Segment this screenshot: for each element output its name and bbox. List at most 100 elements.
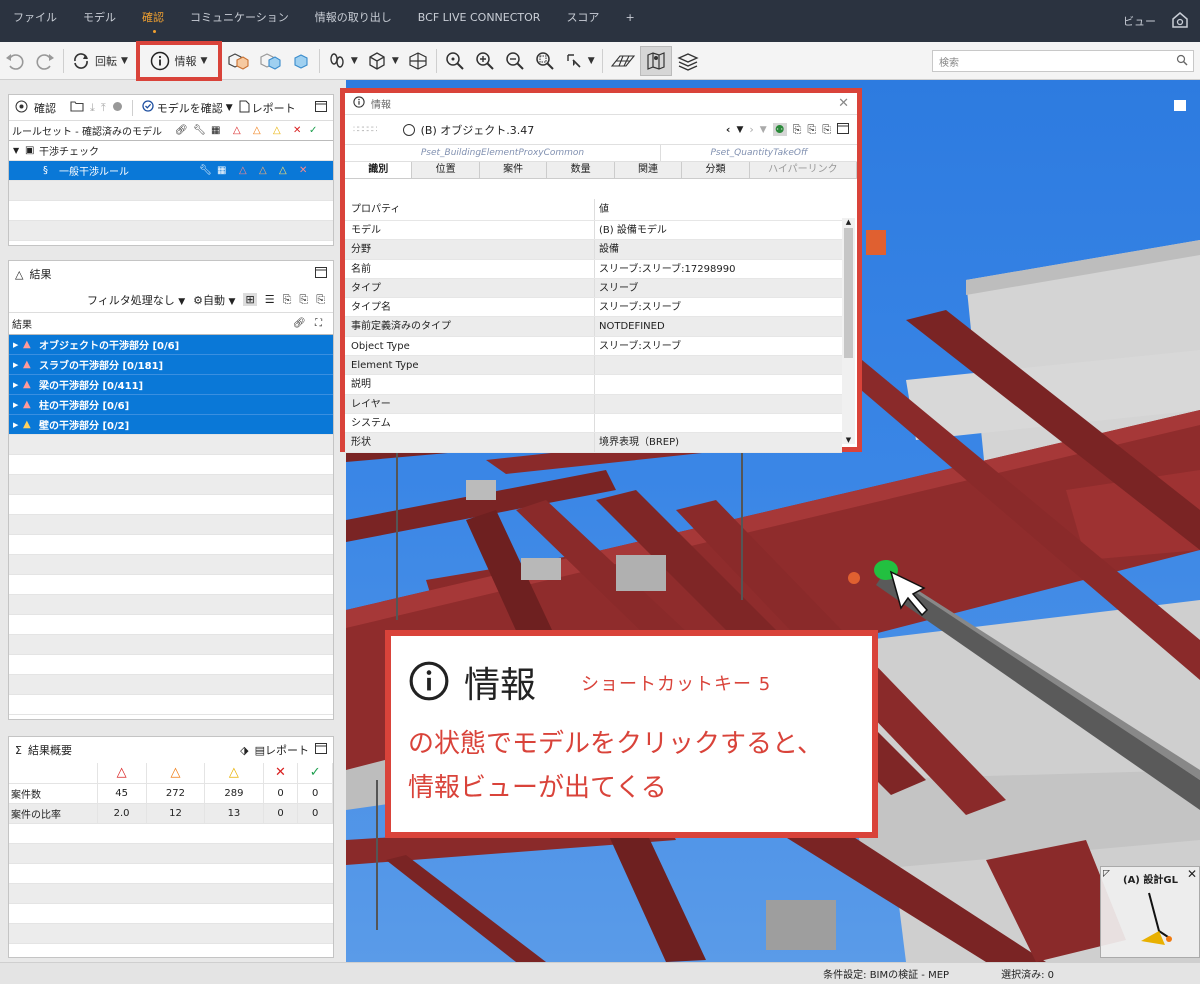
upload-icon[interactable]: ⤒ bbox=[101, 101, 106, 115]
previous-icon[interactable]: ‹ bbox=[726, 123, 731, 136]
walk-button[interactable]: ▼ bbox=[323, 46, 362, 76]
tab-quantity[interactable]: 数量 bbox=[547, 162, 615, 178]
property-row[interactable]: 説明 bbox=[345, 375, 842, 395]
expand-icon[interactable]: ▶ bbox=[13, 361, 23, 369]
menu-add-tab[interactable]: + bbox=[612, 0, 647, 42]
clipboard-icon[interactable]: ⎘ bbox=[316, 293, 325, 307]
tab-pset-quantity-takeoff[interactable]: Pset_QuantityTakeOff bbox=[661, 145, 857, 161]
expand-icon[interactable]: ▶ bbox=[13, 401, 23, 409]
map-icon[interactable] bbox=[639, 45, 672, 76]
property-row[interactable]: 名前 スリーブ:スリーブ:17298990 bbox=[345, 259, 842, 279]
menu-view[interactable]: ビュー bbox=[1123, 13, 1156, 29]
chevron-down-icon[interactable]: ▼ bbox=[760, 125, 767, 135]
info-button[interactable]: 情報 ▼ bbox=[135, 40, 222, 81]
tab-identification[interactable]: 識別 bbox=[345, 162, 413, 178]
property-row[interactable]: Object Type スリーブ:スリーブ bbox=[345, 336, 842, 357]
chevron-down-icon[interactable]: ▼ bbox=[736, 125, 743, 135]
auto-dropdown[interactable]: ⚙自動 ▼ bbox=[193, 292, 235, 308]
menu-extract-info[interactable]: 情報の取り出し bbox=[302, 0, 405, 42]
menu-score[interactable]: スコア bbox=[553, 0, 612, 42]
zoom-out-icon[interactable] bbox=[500, 46, 530, 76]
zoom-fit-icon[interactable] bbox=[440, 46, 470, 76]
scroll-down-icon[interactable]: ▼ bbox=[842, 436, 855, 444]
search-field[interactable]: 検索 bbox=[932, 50, 1194, 72]
clipboard-add-icon[interactable]: ⎘ bbox=[793, 123, 802, 137]
layers-icon[interactable] bbox=[672, 46, 704, 76]
expand-icon[interactable]: ▶ bbox=[13, 381, 23, 389]
clipboard-icon[interactable]: ⎘ bbox=[822, 123, 831, 137]
tab-relations[interactable]: 関連 bbox=[614, 162, 683, 178]
expand-icon[interactable]: ▼ bbox=[13, 146, 25, 155]
verify-model-button[interactable]: モデルを確認 ▼ bbox=[142, 100, 233, 116]
result-item[interactable]: ▶ ▲ 柱の干渉部分 [0/6] bbox=[9, 395, 333, 415]
clipboard-remove-icon[interactable]: ⎘ bbox=[807, 123, 816, 137]
tab-hyperlinks[interactable]: ハイパーリンク bbox=[749, 162, 858, 178]
section-box-icon[interactable] bbox=[403, 46, 433, 76]
zoom-in-icon[interactable] bbox=[470, 46, 500, 76]
list-icon[interactable]: ☰ bbox=[265, 293, 275, 306]
clipboard-remove-icon[interactable]: ⎘ bbox=[299, 293, 308, 307]
undo-icon[interactable] bbox=[0, 46, 30, 76]
viewport-maximize-icon[interactable] bbox=[1174, 100, 1186, 111]
expand-icon[interactable]: ▶ bbox=[13, 341, 23, 349]
tab-classification[interactable]: 分類 bbox=[682, 162, 750, 178]
rejected-x-icon: ✕ bbox=[263, 763, 299, 784]
result-item[interactable]: ▶ ▲ スラブの干渉部分 [0/181] bbox=[9, 355, 333, 375]
filter-dropdown[interactable]: フィルタ処理なし ▼ bbox=[87, 292, 185, 308]
tab-pset-building-element-proxy[interactable]: Pset_BuildingElementProxyCommon bbox=[345, 145, 661, 161]
group-icon[interactable]: ⊞ bbox=[243, 293, 257, 306]
menu-communication[interactable]: コミュニケーション bbox=[177, 0, 302, 42]
property-row[interactable]: システム bbox=[345, 413, 842, 434]
result-item[interactable]: ▶ ▲ オブジェクトの干渉部分 [0/6] bbox=[9, 335, 333, 355]
maximize-icon[interactable] bbox=[315, 267, 327, 281]
next-icon[interactable]: › bbox=[749, 123, 753, 136]
tree-item-clash-check[interactable]: ▼ ▣ 干渉チェック bbox=[9, 141, 333, 161]
property-row[interactable]: 形状 境界表現（BREP) bbox=[345, 433, 842, 453]
isolate-icon[interactable] bbox=[286, 46, 316, 76]
select-button[interactable]: ▼ bbox=[560, 46, 599, 76]
folder-icon[interactable] bbox=[70, 100, 84, 115]
clipboard-add-icon[interactable]: ⎘ bbox=[283, 293, 292, 307]
tag-icon[interactable]: ⬗ bbox=[240, 744, 248, 757]
property-row[interactable]: 事前定義済みのタイプ NOTDEFINED bbox=[345, 317, 842, 337]
menu-file[interactable]: ファイル bbox=[0, 0, 70, 42]
tab-location[interactable]: 位置 bbox=[412, 162, 480, 178]
view-cube-button[interactable]: ▼ bbox=[362, 46, 403, 76]
expand-icon[interactable]: ▶ bbox=[13, 421, 23, 429]
show-selected-icon[interactable] bbox=[222, 46, 254, 76]
redo-icon[interactable] bbox=[30, 46, 60, 76]
result-item[interactable]: ▶ ▲ 梁の干渉部分 [0/411] bbox=[9, 375, 333, 395]
property-row[interactable]: モデル (B) 設備モデル bbox=[345, 221, 842, 241]
property-row[interactable]: タイプ スリーブ bbox=[345, 278, 842, 299]
menu-model[interactable]: モデル bbox=[70, 0, 129, 42]
property-row[interactable]: レイヤー bbox=[345, 394, 842, 414]
nav-cube-widget[interactable]: (A) 設計GL ✕ ◸ bbox=[1100, 866, 1200, 958]
result-item[interactable]: ▶ ▲ 壁の干渉部分 [0/2] bbox=[9, 415, 333, 435]
home-icon[interactable] bbox=[1170, 10, 1190, 33]
rotate-button[interactable]: 回転 ▼ bbox=[67, 46, 132, 76]
zoom-window-icon[interactable] bbox=[530, 46, 560, 76]
object-tree-icon[interactable]: ⚉ bbox=[772, 123, 787, 136]
property-row[interactable]: タイプ名 スリーブ:スリーブ bbox=[345, 298, 842, 318]
summary-report-button[interactable]: ▤レポート bbox=[255, 742, 309, 758]
record-icon[interactable] bbox=[112, 101, 123, 115]
search-input[interactable]: 検索 bbox=[939, 58, 959, 69]
menu-check[interactable]: 確認 bbox=[129, 0, 177, 42]
drag-handle-icon[interactable]: ∷∷∷∷∷ bbox=[353, 125, 378, 135]
scroll-up-icon[interactable]: ▲ bbox=[842, 218, 855, 226]
report-button[interactable]: レポート bbox=[239, 100, 296, 116]
maximize-icon[interactable] bbox=[315, 743, 327, 757]
download-icon[interactable]: ⤓ bbox=[90, 101, 95, 115]
maximize-icon[interactable] bbox=[837, 122, 849, 137]
close-icon[interactable]: ✕ bbox=[838, 96, 849, 111]
property-row[interactable]: 分野 設備 bbox=[345, 240, 842, 260]
hide-objects-icon[interactable] bbox=[254, 46, 286, 76]
scroll-thumb[interactable] bbox=[844, 228, 853, 358]
property-row[interactable]: Element Type bbox=[345, 356, 842, 376]
menu-bcf-live-connector[interactable]: BCF LIVE CONNECTOR bbox=[405, 0, 554, 42]
tab-issues[interactable]: 案件 bbox=[479, 162, 548, 178]
tree-item-general-clash-rule[interactable]: § 一般干渉ルール 🔧︎ ▦ △ △ △ ✕ bbox=[9, 161, 333, 181]
maximize-icon[interactable] bbox=[315, 100, 327, 115]
grid-plane-icon[interactable] bbox=[606, 46, 640, 76]
property-scrollbar[interactable]: ▲ ▼ bbox=[842, 218, 855, 444]
